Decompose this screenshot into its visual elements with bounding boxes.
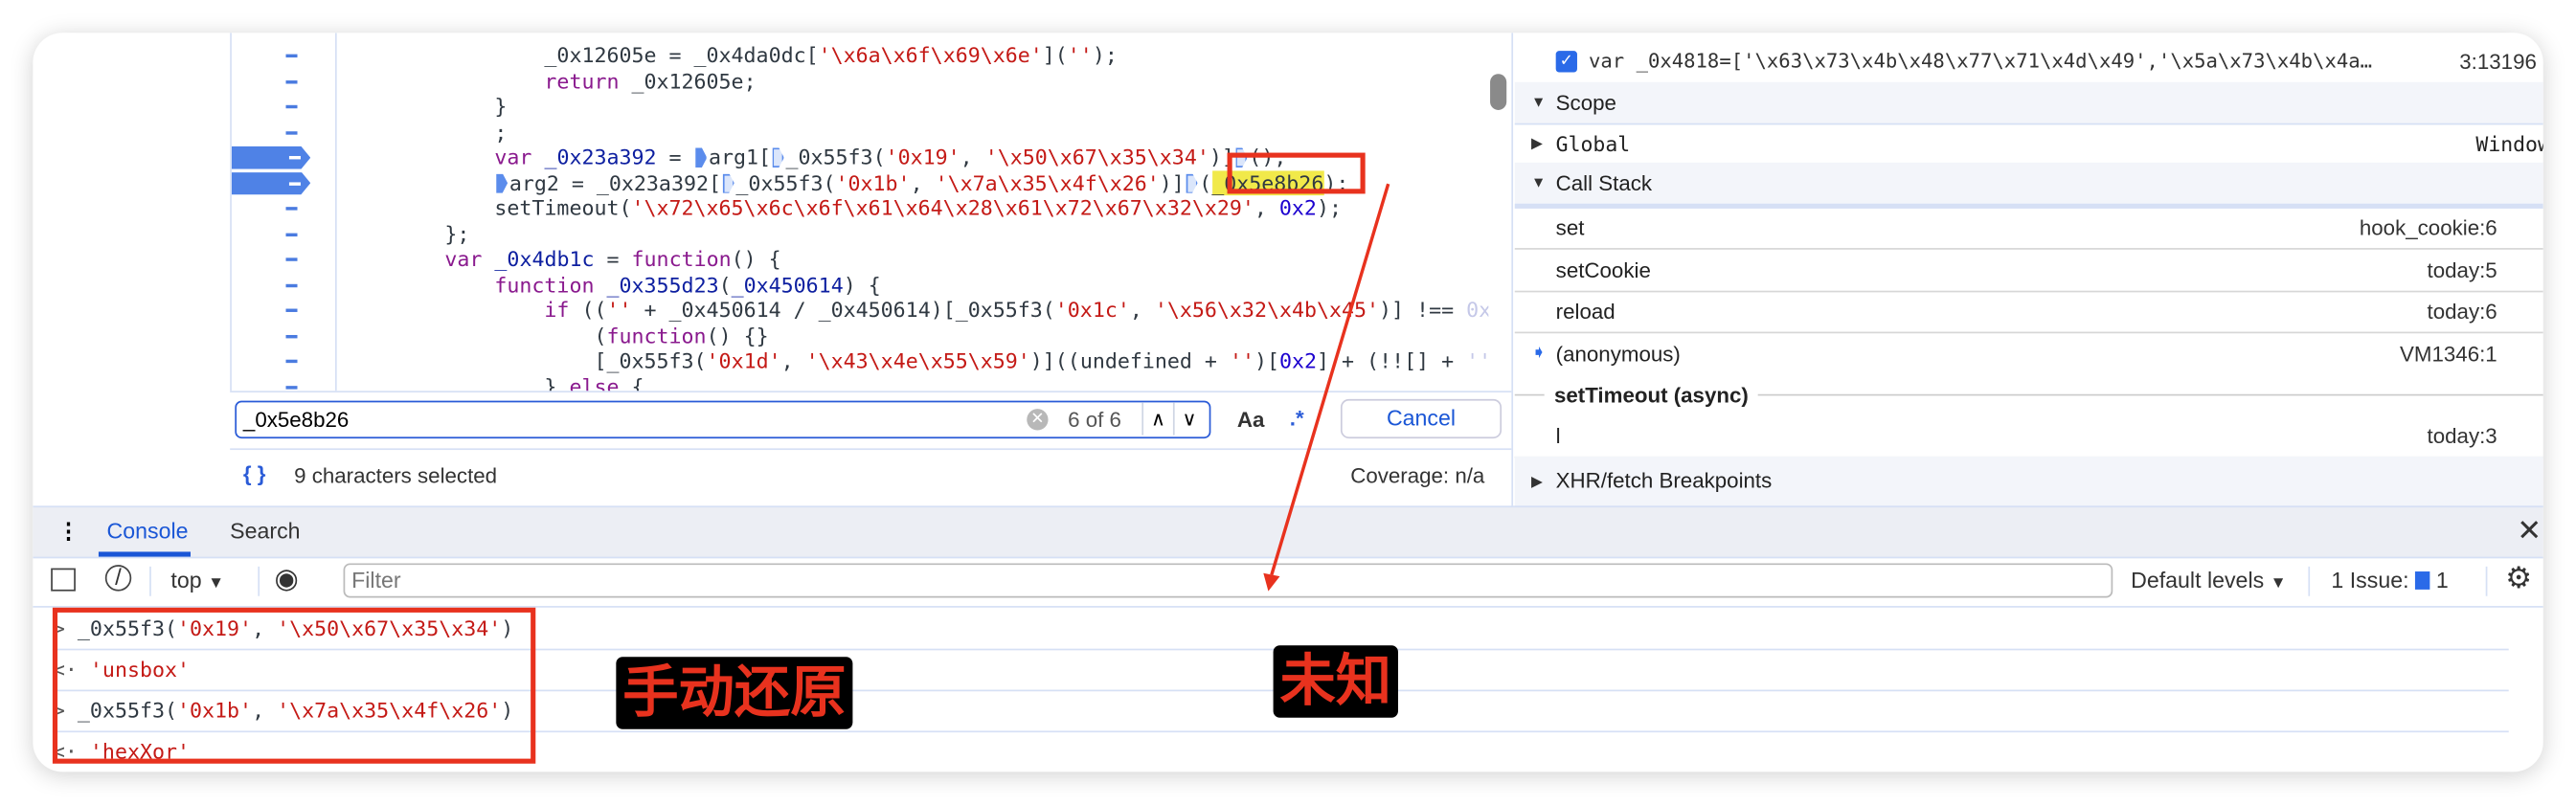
- arrow-head: [1263, 572, 1280, 592]
- arrow-line: [1270, 183, 1390, 575]
- annotation-arrow: [1263, 183, 1390, 592]
